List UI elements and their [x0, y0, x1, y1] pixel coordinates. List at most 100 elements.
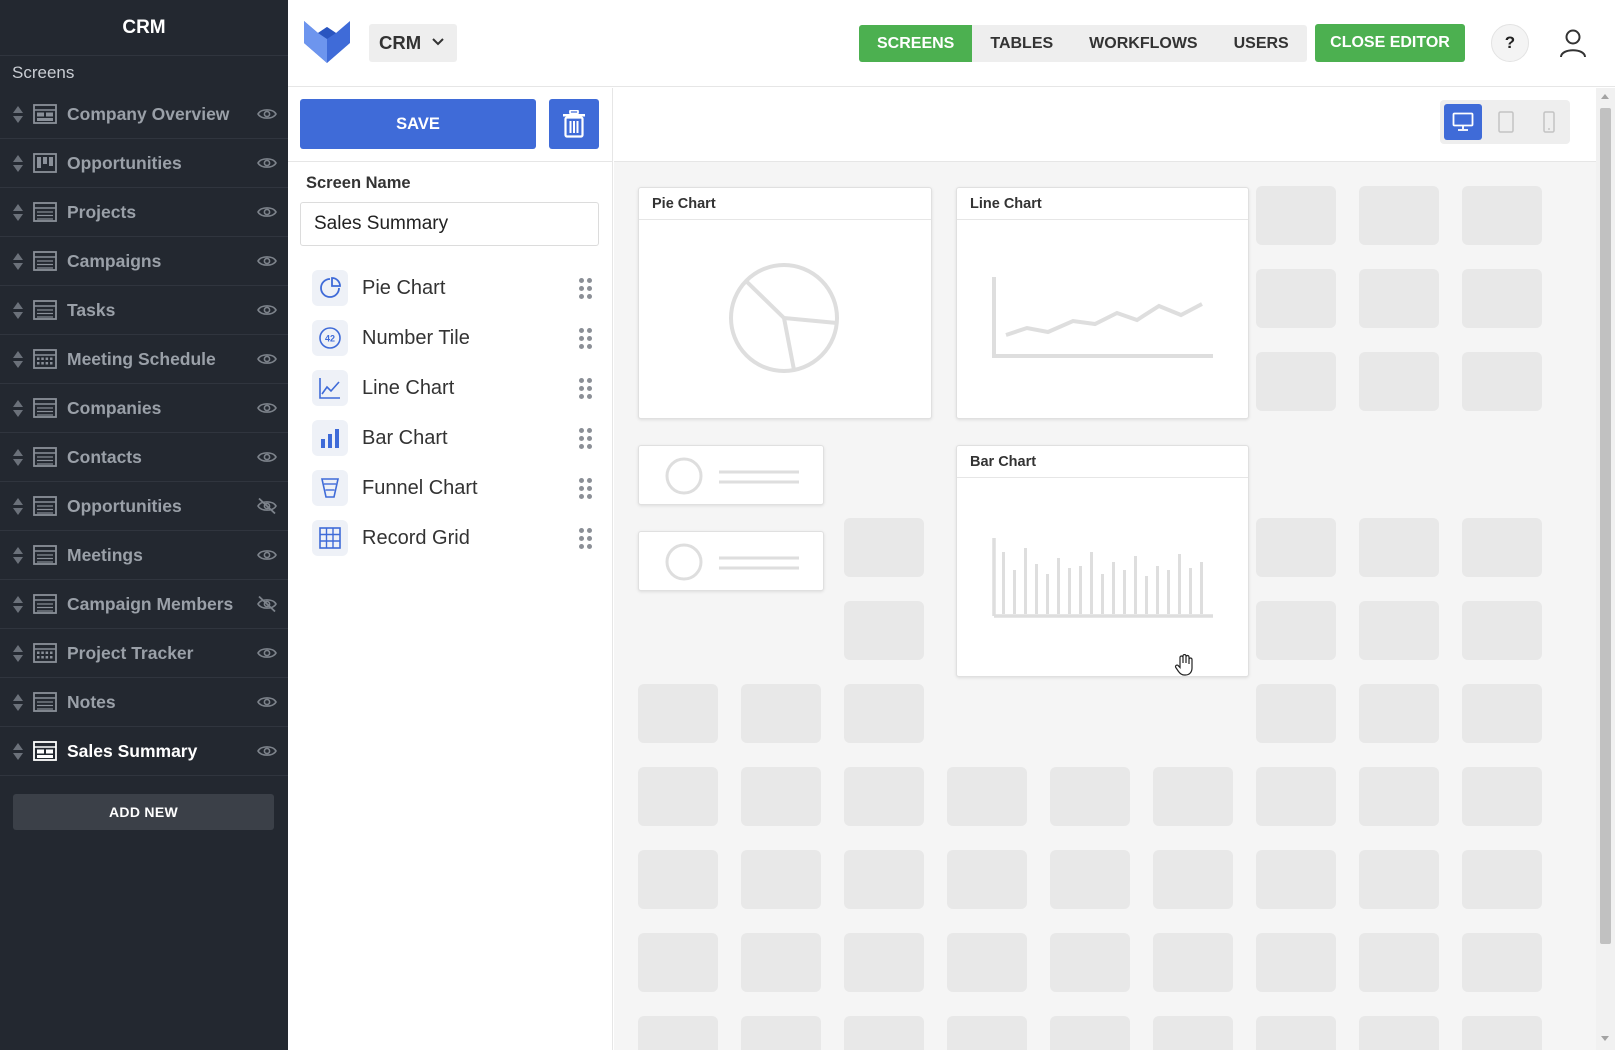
empty-layout-slot[interactable]: [1359, 186, 1439, 245]
sidebar-screen-item[interactable]: Companies: [0, 384, 288, 433]
empty-layout-slot[interactable]: [947, 850, 1027, 909]
sidebar-screen-item[interactable]: Tasks: [0, 286, 288, 335]
tab-tables[interactable]: TABLES: [972, 25, 1071, 62]
empty-layout-slot[interactable]: [844, 850, 924, 909]
drag-handle-icon[interactable]: [579, 327, 593, 349]
sidebar-screen-item[interactable]: Contacts: [0, 433, 288, 482]
sidebar-screen-item[interactable]: Campaigns: [0, 237, 288, 286]
number-tile-widget[interactable]: [638, 531, 824, 591]
empty-layout-slot[interactable]: [741, 850, 821, 909]
empty-layout-slot[interactable]: [1256, 684, 1336, 743]
sidebar-screen-item[interactable]: Company Overview: [0, 90, 288, 139]
empty-layout-slot[interactable]: [1153, 850, 1233, 909]
sidebar-screen-item[interactable]: Meeting Schedule: [0, 335, 288, 384]
empty-layout-slot[interactable]: [1256, 601, 1336, 660]
empty-layout-slot[interactable]: [1462, 1016, 1542, 1050]
empty-layout-slot[interactable]: [1153, 1016, 1233, 1050]
screen-name-input[interactable]: [300, 202, 599, 246]
canvas-scrollbar[interactable]: [1596, 88, 1615, 1050]
empty-layout-slot[interactable]: [1256, 186, 1336, 245]
empty-layout-slot[interactable]: [638, 767, 718, 826]
empty-layout-slot[interactable]: [741, 767, 821, 826]
empty-layout-slot[interactable]: [844, 767, 924, 826]
sidebar-screen-item[interactable]: Meetings: [0, 531, 288, 580]
empty-layout-slot[interactable]: [1462, 186, 1542, 245]
sort-handle-icon[interactable]: [12, 497, 24, 515]
empty-layout-slot[interactable]: [844, 518, 924, 577]
empty-layout-slot[interactable]: [1050, 767, 1130, 826]
empty-layout-slot[interactable]: [1153, 767, 1233, 826]
empty-layout-slot[interactable]: [638, 933, 718, 992]
empty-layout-slot[interactable]: [638, 850, 718, 909]
close-editor-button[interactable]: CLOSE EDITOR: [1315, 24, 1465, 62]
sort-handle-icon[interactable]: [12, 301, 24, 319]
tab-users[interactable]: USERS: [1216, 25, 1307, 62]
empty-layout-slot[interactable]: [1256, 269, 1336, 328]
empty-layout-slot[interactable]: [1359, 601, 1439, 660]
empty-layout-slot[interactable]: [844, 1016, 924, 1050]
save-button[interactable]: SAVE: [300, 99, 536, 149]
empty-layout-slot[interactable]: [844, 684, 924, 743]
empty-layout-slot[interactable]: [1359, 518, 1439, 577]
empty-layout-slot[interactable]: [1462, 269, 1542, 328]
sort-handle-icon[interactable]: [12, 595, 24, 613]
empty-layout-slot[interactable]: [1359, 352, 1439, 411]
empty-layout-slot[interactable]: [844, 601, 924, 660]
empty-layout-slot[interactable]: [1359, 1016, 1439, 1050]
sort-handle-icon[interactable]: [12, 252, 24, 270]
empty-layout-slot[interactable]: [1256, 767, 1336, 826]
bar-chart-widget[interactable]: Bar Chart: [956, 445, 1249, 677]
empty-layout-slot[interactable]: [741, 1016, 821, 1050]
eye-icon[interactable]: [256, 352, 278, 366]
eye-icon[interactable]: [256, 303, 278, 317]
eye-icon[interactable]: [256, 401, 278, 415]
widget-item-record-grid[interactable]: Record Grid: [312, 513, 597, 563]
empty-layout-slot[interactable]: [1153, 933, 1233, 992]
empty-layout-slot[interactable]: [741, 933, 821, 992]
sidebar-screen-item[interactable]: Sales Summary: [0, 727, 288, 776]
empty-layout-slot[interactable]: [1462, 352, 1542, 411]
eye-off-icon[interactable]: [256, 497, 278, 515]
eye-icon[interactable]: [256, 107, 278, 121]
empty-layout-slot[interactable]: [1359, 684, 1439, 743]
sort-handle-icon[interactable]: [12, 350, 24, 368]
empty-layout-slot[interactable]: [1050, 1016, 1130, 1050]
empty-layout-slot[interactable]: [1359, 269, 1439, 328]
widget-item-pie-chart[interactable]: Pie Chart: [312, 263, 597, 313]
empty-layout-slot[interactable]: [947, 767, 1027, 826]
empty-layout-slot[interactable]: [1256, 933, 1336, 992]
empty-layout-slot[interactable]: [1462, 933, 1542, 992]
empty-layout-slot[interactable]: [1050, 933, 1130, 992]
scroll-down-arrow-icon[interactable]: [1601, 1036, 1609, 1041]
empty-layout-slot[interactable]: [1256, 352, 1336, 411]
empty-layout-slot[interactable]: [1050, 850, 1130, 909]
eye-off-icon[interactable]: [256, 595, 278, 613]
app-selector[interactable]: CRM: [369, 24, 457, 62]
drag-handle-icon[interactable]: [579, 477, 593, 499]
number-tile-widget[interactable]: [638, 445, 824, 505]
help-button[interactable]: ?: [1491, 24, 1529, 62]
sidebar-screen-item[interactable]: Notes: [0, 678, 288, 727]
mobile-view-button[interactable]: [1530, 104, 1568, 140]
drag-handle-icon[interactable]: [579, 527, 593, 549]
empty-layout-slot[interactable]: [1256, 1016, 1336, 1050]
widget-item-line-chart[interactable]: Line Chart: [312, 363, 597, 413]
empty-layout-slot[interactable]: [1462, 767, 1542, 826]
drag-handle-icon[interactable]: [579, 427, 593, 449]
scroll-up-arrow-icon[interactable]: [1601, 94, 1609, 99]
eye-icon[interactable]: [256, 205, 278, 219]
eye-icon[interactable]: [256, 548, 278, 562]
sort-handle-icon[interactable]: [12, 693, 24, 711]
sidebar-screen-item[interactable]: Project Tracker: [0, 629, 288, 678]
desktop-view-button[interactable]: [1444, 104, 1482, 140]
drag-handle-icon[interactable]: [579, 277, 593, 299]
add-new-screen-button[interactable]: ADD NEW: [13, 794, 274, 830]
sort-handle-icon[interactable]: [12, 644, 24, 662]
empty-layout-slot[interactable]: [638, 684, 718, 743]
eye-icon[interactable]: [256, 744, 278, 758]
sort-handle-icon[interactable]: [12, 203, 24, 221]
scrollbar-thumb[interactable]: [1600, 108, 1611, 944]
empty-layout-slot[interactable]: [1462, 518, 1542, 577]
user-account-icon[interactable]: [1556, 26, 1590, 60]
empty-layout-slot[interactable]: [1256, 518, 1336, 577]
